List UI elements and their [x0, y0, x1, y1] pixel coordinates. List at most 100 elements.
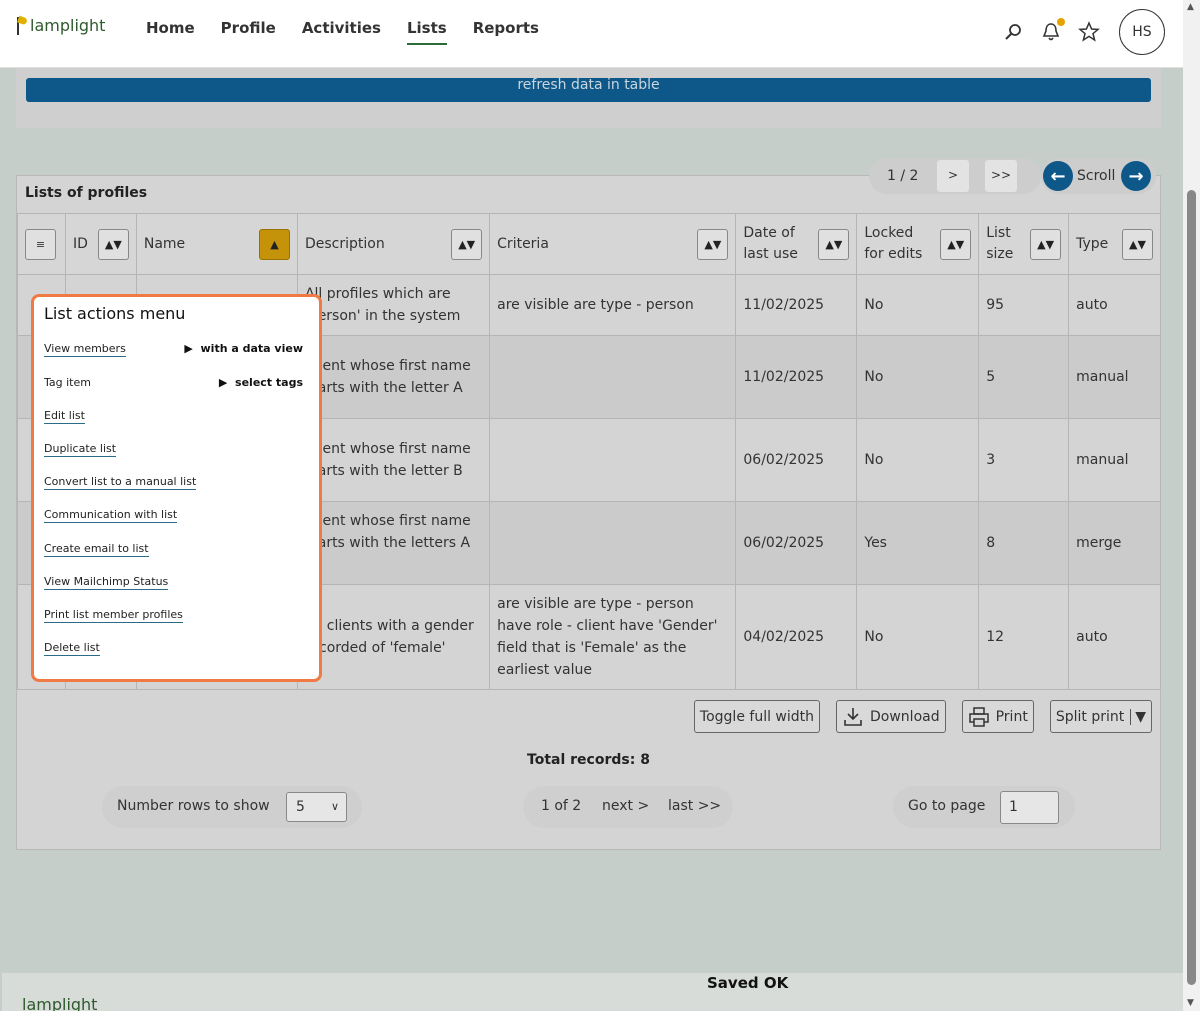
sort-criteria-button[interactable]: ▲▼ — [697, 228, 729, 260]
header-description: Description ▲▼ — [296, 213, 491, 275]
cell-size: 5 — [978, 335, 1070, 419]
menu-convert-manual[interactable]: Convert list to a manual list — [44, 475, 197, 490]
scroll-right-icon[interactable]: → — [1121, 161, 1151, 191]
sort-id-button[interactable]: ▲▼ — [97, 228, 129, 260]
pager-next-button[interactable]: > — [937, 160, 969, 192]
sort-date-button[interactable]: ▲▼ — [818, 228, 850, 260]
header-criteria: Criteria ▲▼ — [489, 213, 737, 275]
top-pager: 1 / 2 > >> — [869, 158, 1041, 194]
scroll-left-icon[interactable]: ← — [1043, 161, 1073, 191]
scroll-up-icon[interactable]: ▲ — [1187, 2, 1194, 12]
cell-criteria: are visible are type - person have role … — [489, 584, 737, 690]
footer-strip: Saved OK lamplight — [2, 973, 1183, 1011]
main-nav: Home Profile Activities Lists Reports — [133, 0, 552, 68]
cell-type: manual — [1068, 418, 1161, 502]
menu-delete-list[interactable]: Delete list — [44, 641, 100, 656]
download-icon — [844, 707, 862, 726]
menu-edit-list[interactable]: Edit list — [44, 409, 85, 424]
menu-tag-item[interactable]: Tag item — [44, 376, 91, 389]
rows-per-page-control: Number rows to show 5 ∨ — [102, 786, 362, 828]
cell-locked: No — [856, 335, 980, 419]
cell-size: 8 — [978, 501, 1070, 585]
last-page-link[interactable]: last >> — [668, 798, 721, 814]
header-name: Name ▲ — [135, 213, 298, 275]
rows-select[interactable]: 5 ∨ — [286, 792, 347, 822]
cell-locked: Yes — [856, 501, 980, 585]
header-date: Date of last use ▲▼ — [735, 213, 858, 275]
cell-type: auto — [1068, 274, 1161, 336]
sort-locked-button[interactable]: ▲▼ — [940, 228, 972, 260]
bell-icon[interactable] — [1039, 18, 1065, 44]
table-header-row: ≡ ID ▲▼ Name ▲ Description ▲▼ Criteria ▲▼ Da… — [17, 213, 1161, 275]
upper-panel: refresh data in table — [16, 68, 1161, 128]
menu-create-email[interactable]: Create email to list — [44, 542, 149, 557]
sort-type-button[interactable]: ▲▼ — [1122, 228, 1153, 260]
lamp-icon — [15, 17, 29, 35]
scroll-control: ← Scroll → — [1041, 158, 1156, 194]
menu-communication[interactable]: Communication with list — [44, 508, 178, 523]
star-icon[interactable] — [1077, 20, 1101, 44]
sort-description-button[interactable]: ▲▼ — [451, 228, 483, 260]
list-actions-menu: List actions menu View members ▶ with a … — [31, 294, 322, 682]
split-print-button[interactable]: Split print ▼ — [1049, 700, 1152, 733]
cell-description: All clients with a gender recorded of 'f… — [296, 584, 491, 690]
download-button[interactable]: Download — [836, 700, 946, 733]
cell-type: merge — [1068, 501, 1161, 585]
header-type: Type ▲▼ — [1068, 213, 1161, 275]
page-number-input[interactable]: 1 — [1000, 791, 1059, 824]
cell-locked: No — [856, 274, 980, 336]
header-menu-cell: ≡ — [17, 213, 66, 275]
cell-criteria: are visible are type - person — [489, 274, 737, 336]
lamplight-logo[interactable]: lamplight — [15, 16, 105, 35]
scrollbar-thumb[interactable] — [1187, 190, 1196, 985]
refresh-data-button[interactable]: refresh data in table — [26, 78, 1151, 102]
page-scrollbar[interactable]: ▲ ▼ — [1183, 0, 1200, 1011]
printer-icon — [968, 706, 989, 727]
cell-locked: No — [856, 418, 980, 502]
cell-criteria — [489, 418, 737, 502]
cell-size: 95 — [978, 274, 1070, 336]
nav-reports[interactable]: Reports — [460, 0, 552, 68]
submenu-select-tags[interactable]: ▶ select tags — [219, 376, 303, 389]
menu-duplicate-list[interactable]: Duplicate list — [44, 442, 117, 457]
nav-profile[interactable]: Profile — [208, 0, 289, 68]
cell-date: 11/02/2025 — [735, 274, 858, 336]
nav-home[interactable]: Home — [133, 0, 208, 68]
panel-title: Lists of profiles — [25, 185, 148, 201]
sort-size-button[interactable]: ▲▼ — [1030, 228, 1062, 260]
nav-activities[interactable]: Activities — [289, 0, 394, 68]
sort-name-button[interactable]: ▲ — [258, 228, 290, 260]
print-button[interactable]: Print — [961, 700, 1034, 733]
cell-date: 06/02/2025 — [735, 418, 858, 502]
avatar[interactable]: HS — [1119, 9, 1165, 55]
toggle-full-width-button[interactable]: Toggle full width — [693, 700, 821, 733]
nav-lists[interactable]: Lists — [394, 0, 460, 68]
scroll-label: Scroll — [1077, 168, 1116, 184]
footer-logo: lamplight — [22, 995, 98, 1011]
cell-locked: No — [856, 584, 980, 690]
menu-view-members[interactable]: View members — [44, 342, 126, 357]
cell-date: 06/02/2025 — [735, 501, 858, 585]
pager-last-button[interactable]: >> — [985, 160, 1017, 192]
menu-mailchimp-status[interactable]: View Mailchimp Status — [44, 575, 169, 590]
submenu-data-view[interactable]: ▶ with a data view — [184, 342, 303, 355]
menu-title: List actions menu — [44, 304, 186, 323]
menu-print-profiles[interactable]: Print list member profiles — [44, 608, 183, 623]
column-menu-button[interactable]: ≡ — [25, 228, 56, 260]
header-size: List size ▲▼ — [978, 213, 1070, 275]
cell-size: 3 — [978, 418, 1070, 502]
scroll-down-icon[interactable]: ▼ — [1187, 998, 1194, 1008]
page-navigation: 1 of 2 next > last >> — [523, 786, 733, 828]
split-print-dropdown-icon[interactable]: ▼ — [1130, 708, 1146, 725]
cell-description: Client whose first name starts with the … — [296, 418, 491, 502]
go-to-page-control: Go to page 1 — [893, 786, 1075, 828]
cell-criteria — [489, 335, 737, 419]
table-tools: Toggle full width Download Print Split p… — [693, 700, 1152, 733]
logo-text: lamplight — [30, 16, 106, 35]
notification-dot — [1057, 18, 1065, 26]
next-page-link[interactable]: next > — [602, 798, 649, 814]
header-locked: Locked for edits ▲▼ — [856, 213, 980, 275]
cell-date: 11/02/2025 — [735, 335, 858, 419]
search-icon[interactable] — [1001, 20, 1025, 44]
cell-size: 12 — [978, 584, 1070, 690]
